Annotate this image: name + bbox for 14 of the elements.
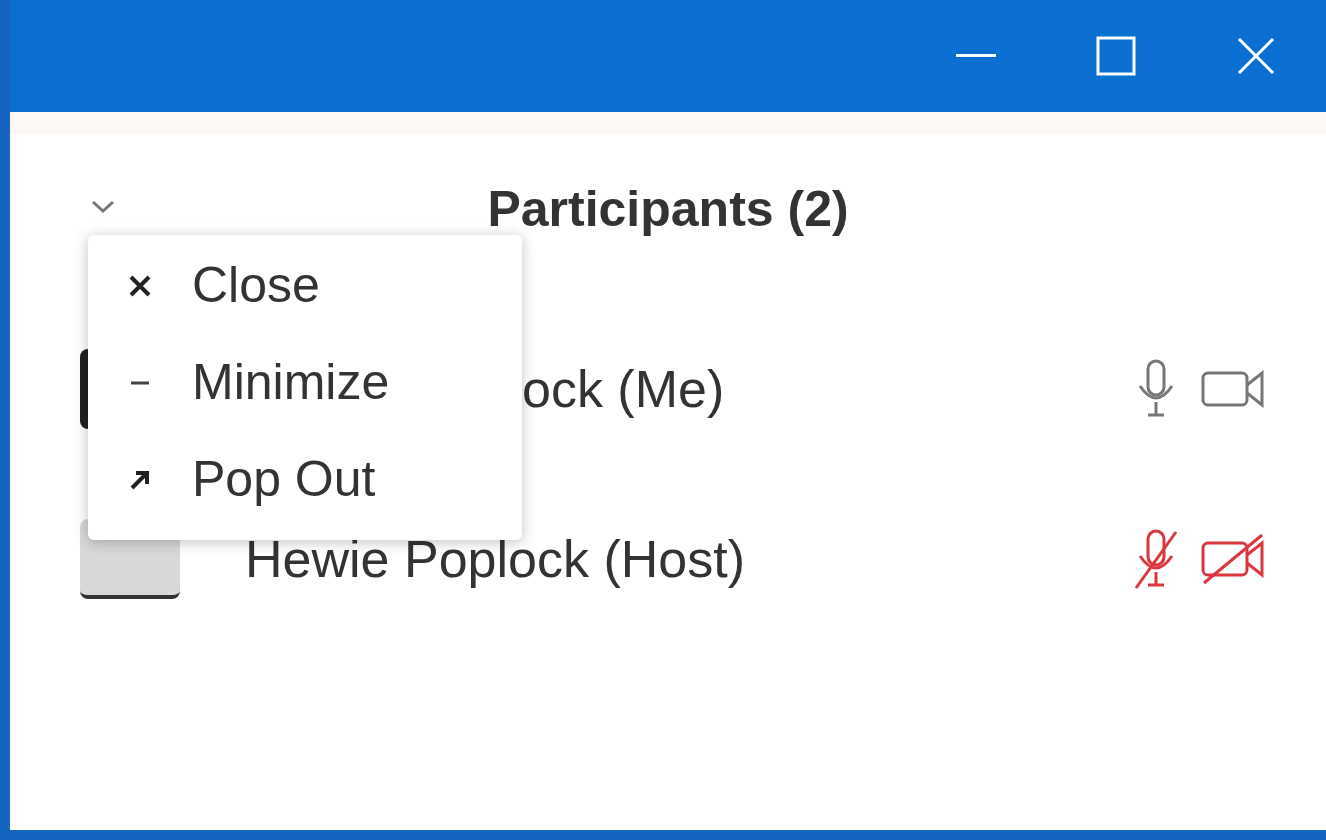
menu-item[interactable]: Pop Out <box>88 442 522 517</box>
minimize-icon[interactable] <box>956 53 996 59</box>
close-icon[interactable] <box>1236 36 1276 76</box>
close-icon <box>128 273 152 298</box>
muted-microphone-icon[interactable] <box>1134 528 1178 590</box>
minus-icon <box>128 380 152 385</box>
chevron-down-icon[interactable] <box>90 199 116 215</box>
maximize-icon[interactable] <box>1096 36 1136 76</box>
menu-item[interactable]: Close <box>88 248 522 323</box>
menu-item[interactable]: Minimize <box>88 345 522 420</box>
participant-name: Hewie Poplock (Host) <box>245 529 745 590</box>
video-off-icon[interactable] <box>1200 533 1266 585</box>
participant-name: ock (Me) <box>522 359 725 420</box>
panel-title: Participants (2) <box>487 179 849 239</box>
